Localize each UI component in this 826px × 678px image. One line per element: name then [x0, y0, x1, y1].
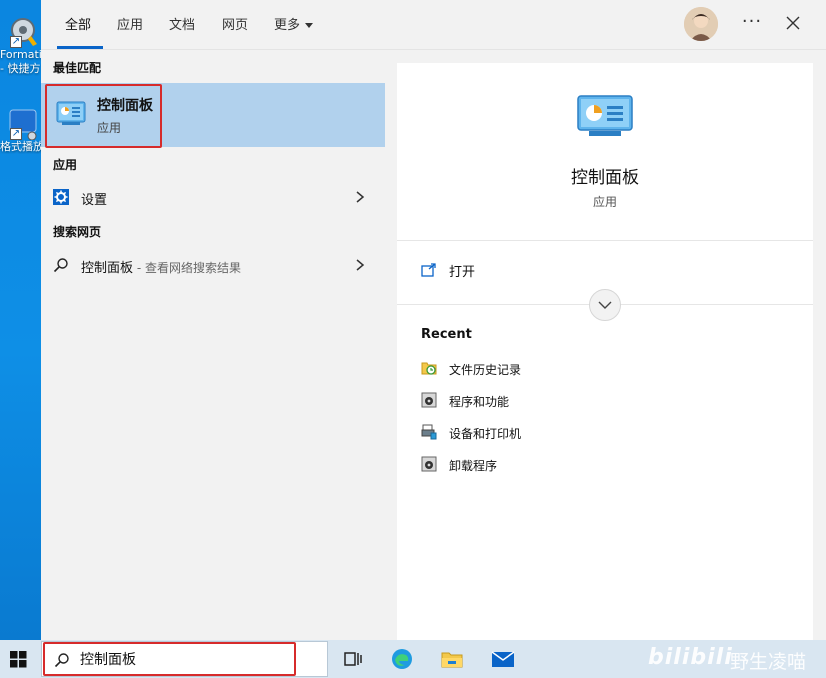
tab-apps[interactable]: 应用 [117, 14, 143, 33]
recent-item-label: 文件历史记录 [449, 363, 522, 377]
file-history-icon [421, 360, 437, 376]
more-options-button[interactable]: ··· [741, 11, 763, 35]
avatar[interactable] [684, 7, 718, 41]
close-button[interactable] [782, 10, 804, 36]
result-web-search-label: 控制面板 - 查看网络搜索结果 [81, 257, 241, 276]
web-search-hint: - 查看网络搜索结果 [133, 261, 241, 275]
edge-browser-icon[interactable] [391, 648, 413, 670]
desktop-shortcut-label: - 快捷方 [0, 62, 41, 75]
tab-more-label: 更多 [274, 18, 301, 33]
web-search-term: 控制面板 [81, 261, 134, 276]
start-button[interactable] [0, 640, 41, 678]
result-web-search[interactable]: 控制面板 - 查看网络搜索结果 [41, 249, 385, 281]
uninstall-icon [421, 456, 437, 472]
windows-logo-icon [10, 651, 27, 668]
search-tabs: 全部 应用 文档 网页 更多 ··· [41, 0, 826, 50]
preview-pane: 控制面板 应用 打开 Recent 文件历史记录 程序和功能 设备和打印机 卸载… [397, 63, 813, 640]
open-icon [421, 262, 437, 277]
highlight-box [45, 84, 162, 148]
preview-app-type: 应用 [592, 195, 617, 209]
taskbar: bilibili 野生凌喵 [0, 640, 826, 678]
gear-icon [53, 189, 69, 205]
chevron-right-icon[interactable] [353, 189, 367, 205]
preview-app-name: 控制面板 [571, 168, 639, 188]
search-panel: 全部 应用 文档 网页 更多 ··· 最佳匹配 控制面板 应用 应用 设置 搜索… [41, 0, 826, 640]
apps-heading: 应用 [53, 158, 78, 172]
recent-item-label: 设备和打印机 [449, 427, 522, 441]
tab-documents[interactable]: 文档 [169, 14, 195, 33]
desktop-shortcut-label: Formatic [0, 48, 42, 61]
close-icon [786, 16, 800, 30]
chevron-down-icon [305, 23, 314, 28]
results-list: 最佳匹配 控制面板 应用 应用 设置 搜索网页 控制面板 - 查看网络搜索结果 [41, 51, 385, 640]
desktop-shortcut-player[interactable]: ↗ 格式播放 [0, 106, 42, 154]
divider [397, 240, 813, 241]
highlight-box [43, 642, 296, 676]
programs-icon [421, 392, 437, 408]
search-icon [53, 257, 69, 273]
mail-icon[interactable] [491, 648, 515, 670]
best-match-heading: 最佳匹配 [53, 61, 102, 75]
desktop-shortcut-formatic[interactable]: ↗ Formatic - 快捷方 [0, 14, 42, 76]
gear-app-icon: ↗ [4, 14, 38, 48]
expand-button[interactable] [589, 289, 621, 321]
tab-more[interactable]: 更多 [274, 14, 314, 33]
task-view-icon[interactable] [342, 648, 364, 670]
chevron-down-icon [598, 301, 612, 309]
watermark-user: 野生凌喵 [730, 651, 807, 673]
player-app-icon: ↗ [4, 106, 38, 141]
chevron-right-icon[interactable] [353, 257, 367, 273]
recent-heading: Recent [421, 327, 472, 342]
desktop-shortcut-label: 格式播放 [0, 140, 42, 153]
shortcut-arrow-icon: ↗ [10, 128, 22, 140]
result-settings[interactable]: 设置 [41, 181, 385, 213]
watermark: bilibili 野生凌喵 [648, 644, 826, 674]
printer-icon [421, 424, 437, 440]
control-panel-icon [577, 95, 633, 137]
web-search-heading: 搜索网页 [53, 225, 102, 239]
watermark-brand: bilibili [648, 645, 733, 670]
active-tab-indicator [57, 46, 103, 49]
tab-all[interactable]: 全部 [65, 14, 91, 33]
open-label: 打开 [449, 265, 476, 280]
shortcut-arrow-icon: ↗ [10, 36, 22, 48]
tab-web[interactable]: 网页 [222, 14, 248, 33]
file-explorer-icon[interactable] [441, 648, 463, 670]
recent-item-label: 卸载程序 [449, 459, 498, 473]
result-settings-label: 设置 [81, 193, 108, 208]
recent-item-label: 程序和功能 [449, 395, 510, 409]
